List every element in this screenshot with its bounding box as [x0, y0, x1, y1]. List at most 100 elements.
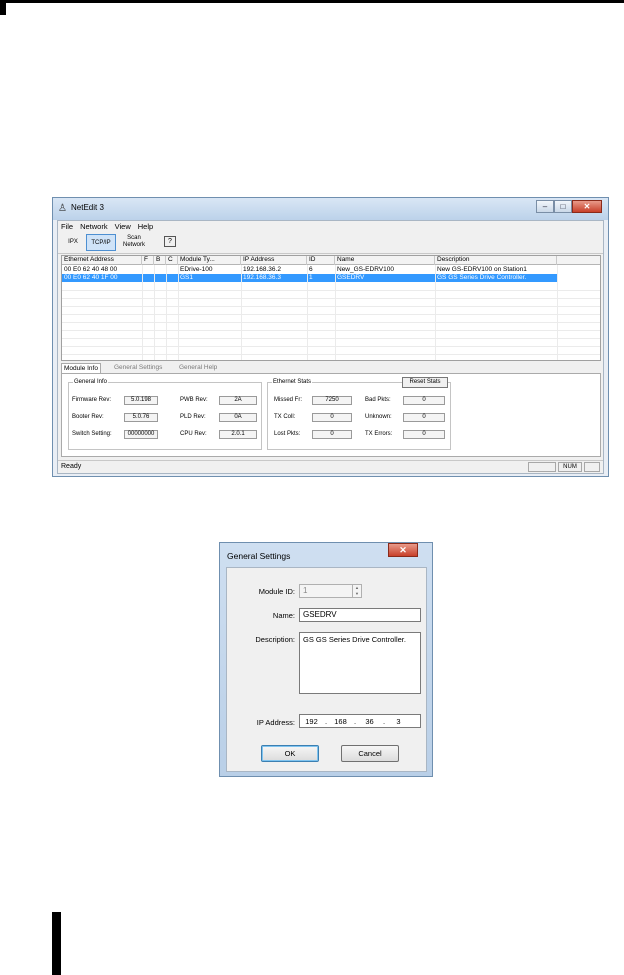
col-ethernet-address[interactable]: Ethernet Address — [62, 256, 142, 265]
cell-module-type: GS1 — [180, 274, 194, 281]
status-cell-empty — [584, 462, 600, 472]
grid-header: Ethernet Address F B C Module Ty... IP A… — [62, 256, 600, 265]
col-ip-address[interactable]: IP Address — [241, 256, 307, 265]
col-f[interactable]: F — [142, 256, 154, 265]
title-bar[interactable]: ♙ NetEdit 3 – □ ✕ — [53, 198, 608, 220]
tab-general-help[interactable]: General Help — [177, 363, 219, 373]
firmware-rev-value: 5.0.198 — [124, 396, 158, 405]
cell-name: GSEDRV — [337, 274, 365, 281]
dialog-body: Module ID: 1 ▲ ▼ Name: GSEDRV Description… — [226, 567, 427, 772]
cell-ip: 192.168.36.2 — [243, 266, 281, 273]
name-field[interactable]: GSEDRV — [299, 608, 421, 622]
ip-octet-4: 3 — [396, 716, 401, 726]
info-tabs: Module Info General Settings General Hel… — [61, 363, 601, 373]
menu-file[interactable]: File — [58, 221, 77, 232]
cell-ip: 192.168.36.3 — [243, 274, 281, 281]
scan-label-line2: Network — [122, 241, 145, 248]
ipx-button[interactable]: IPX — [66, 234, 80, 251]
col-b[interactable]: B — [154, 256, 166, 265]
netedit-app-icon: ♙ — [58, 203, 67, 214]
cell-ethernet: 00 E0 62 40 1F 00 — [64, 274, 118, 281]
firmware-rev-label: Firmware Rev: — [72, 397, 112, 403]
menu-help[interactable]: Help — [135, 221, 157, 232]
maximize-button[interactable]: □ — [554, 200, 572, 213]
switch-setting-value: 00000000 — [124, 430, 158, 439]
pld-rev-label: PLD Rev: — [180, 414, 206, 420]
module-id-value: 1 — [303, 586, 308, 595]
tx-coll-label: TX Coll: — [274, 414, 296, 420]
page-side-bar — [52, 912, 61, 975]
col-description[interactable]: Description — [435, 256, 557, 265]
col-id[interactable]: ID — [307, 256, 335, 265]
close-button[interactable]: ✕ — [572, 200, 602, 213]
reset-stats-button[interactable]: Reset Stats — [402, 377, 448, 388]
menu-view[interactable]: View — [112, 221, 135, 232]
switch-setting-label: Switch Setting: — [72, 431, 112, 437]
general-info-title: General Info — [73, 379, 109, 385]
module-grid: Ethernet Address F B C Module Ty... IP A… — [61, 255, 601, 361]
status-bar: Ready NUM — [58, 460, 603, 473]
grid-col-line — [178, 265, 179, 360]
col-c[interactable]: C — [166, 256, 178, 265]
table-row-selected[interactable]: 00 E0 62 40 1F 00 GS1 192.168.36.3 1 GSE… — [62, 274, 557, 282]
module-id-label: Module ID: — [258, 587, 295, 596]
unknown-label: Unknown: — [365, 414, 392, 420]
cell-id: 6 — [309, 266, 313, 273]
cell-description: GS GS Series Drive Controller. — [437, 274, 527, 281]
tx-errors-value: 0 — [403, 430, 445, 439]
booter-rev-value: 5.0.76 — [124, 413, 158, 422]
cell-description: New GS-EDRV100 on Station1 — [437, 266, 527, 273]
general-settings-dialog: General Settings ✕ Module ID: 1 ▲ ▼ Name:… — [219, 542, 433, 777]
cpu-rev-label: CPU Rev: — [180, 431, 207, 437]
status-num-indicator: NUM — [558, 462, 582, 472]
tcpip-button[interactable]: TCP/IP — [86, 234, 116, 251]
description-field[interactable]: GS GS Series Drive Controller. — [299, 632, 421, 694]
ethernet-stats-group: Ethernet Stats Reset Stats Missed Fr: 72… — [267, 377, 451, 450]
col-module-type[interactable]: Module Ty... — [178, 256, 241, 265]
lost-pkts-label: Lost Pkts: — [274, 431, 301, 437]
netedit-window: ♙ NetEdit 3 – □ ✕ File Network View Help… — [52, 197, 609, 477]
scan-network-button[interactable]: Scan Network — [120, 234, 148, 251]
cell-module-type: EDrive-100 — [180, 266, 213, 273]
ip-octet-1: 192 — [305, 716, 318, 726]
tab-module-info[interactable]: Module Info — [61, 363, 101, 373]
tx-coll-value: 0 — [312, 413, 352, 422]
page-top-mark — [0, 3, 6, 15]
cell-name: New_GS-EDRV100 — [337, 266, 394, 273]
grid-col-line — [241, 265, 242, 360]
status-text: Ready — [61, 463, 82, 470]
page-top-rule — [0, 0, 624, 3]
window-title: NetEdit 3 — [71, 203, 104, 212]
client-area: File Network View Help IPX TCP/IP Scan N… — [57, 220, 604, 474]
ip-octet-3: 36 — [365, 716, 374, 726]
window-controls: – □ ✕ — [536, 200, 602, 213]
module-id-field[interactable]: 1 ▲ ▼ — [299, 584, 362, 598]
minimize-button[interactable]: – — [536, 200, 554, 213]
menu-network[interactable]: Network — [77, 221, 112, 232]
grid-col-line — [557, 265, 558, 360]
bad-pkts-value: 0 — [403, 396, 445, 405]
cpu-rev-value: 2.0.1 — [219, 430, 257, 439]
help-icon[interactable]: ? — [164, 236, 176, 247]
pwb-rev-value: 2A — [219, 396, 257, 405]
tx-errors-label: TX Errors: — [365, 431, 393, 437]
dialog-close-button[interactable]: ✕ — [388, 543, 418, 557]
booter-rev-label: Booter Rev: — [72, 414, 104, 420]
toolbar: IPX TCP/IP Scan Network ? — [58, 232, 603, 254]
ok-button[interactable]: OK — [261, 745, 319, 762]
ip-address-label: IP Address: — [256, 718, 295, 727]
ip-octet-2: 168 — [334, 716, 347, 726]
cancel-button[interactable]: Cancel — [341, 745, 399, 762]
module-id-spinner[interactable]: ▲ ▼ — [352, 585, 361, 597]
unknown-value: 0 — [403, 413, 445, 422]
grid-col-line — [335, 265, 336, 360]
status-cell-empty — [528, 462, 556, 472]
tab-general-settings[interactable]: General Settings — [112, 363, 164, 373]
general-info-group: General Info Firmware Rev: 5.0.198 Boote… — [68, 379, 262, 450]
ip-address-field[interactable]: 192 . 168 . 36 . 3 — [299, 714, 421, 728]
bad-pkts-label: Bad Pkts: — [365, 397, 391, 403]
scan-label-line1: Scan — [127, 235, 141, 241]
col-name[interactable]: Name — [335, 256, 435, 265]
grid-col-line — [154, 265, 155, 360]
name-label: Name: — [272, 611, 295, 620]
